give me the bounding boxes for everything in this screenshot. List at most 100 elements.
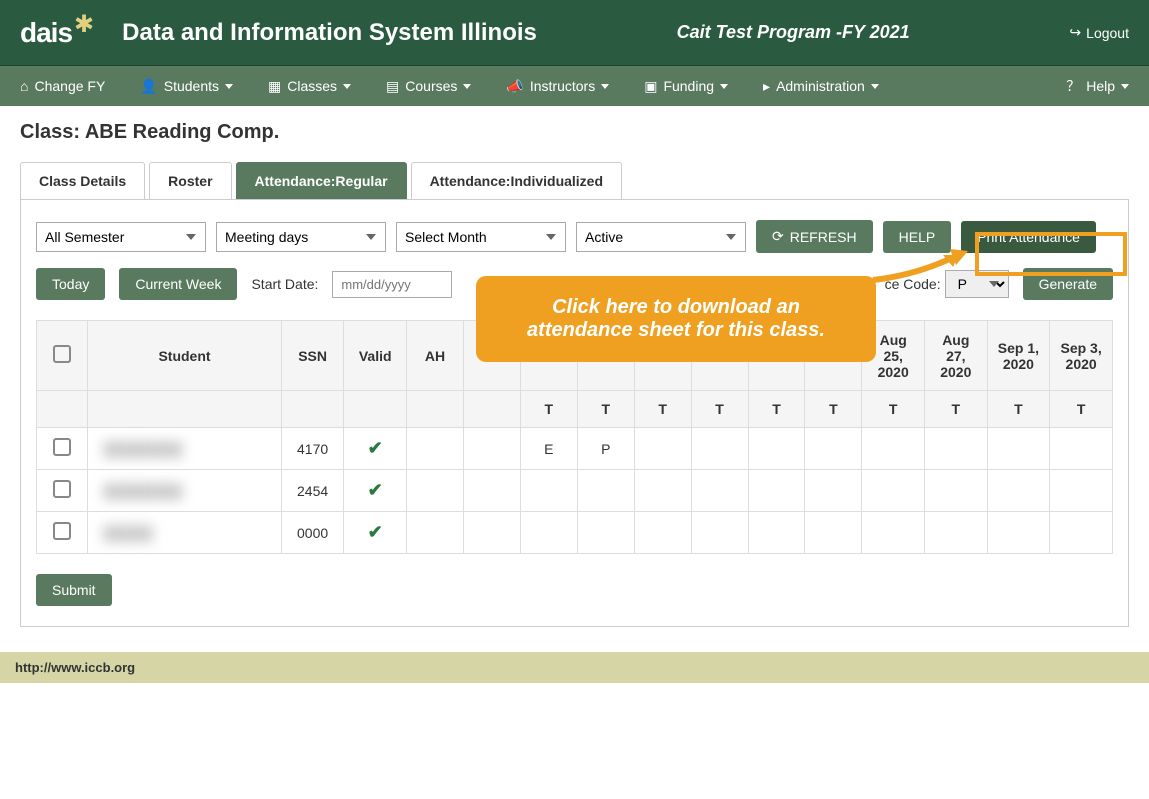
- footer: http://www.iccb.org: [0, 652, 1149, 683]
- check-icon: ✔: [368, 480, 383, 500]
- attendance-cell[interactable]: [805, 512, 862, 554]
- attendance-cell[interactable]: [577, 512, 634, 554]
- col-ssn: SSN: [281, 321, 344, 391]
- attendance-cell[interactable]: [862, 470, 925, 512]
- table-row: ████████ 2454 ✔: [37, 470, 1113, 512]
- nav-bar: ⌂Change FY 👤Students ▦Classes ▤Courses 📣…: [0, 66, 1149, 106]
- attendance-cell[interactable]: [987, 470, 1050, 512]
- attendance-cell[interactable]: [748, 512, 805, 554]
- attendance-cell[interactable]: E: [520, 428, 577, 470]
- logo-text: dais: [20, 17, 72, 49]
- print-attendance-button[interactable]: Print Attendance: [961, 221, 1096, 253]
- logout-link[interactable]: ↪ Logout: [1069, 24, 1129, 41]
- row-checkbox[interactable]: [53, 438, 71, 456]
- attendance-cell[interactable]: [407, 428, 464, 470]
- attendance-cell[interactable]: [634, 512, 691, 554]
- ssn-cell: 2454: [281, 470, 344, 512]
- meeting-select[interactable]: Meeting days: [216, 222, 386, 252]
- tab-class-details[interactable]: Class Details: [20, 162, 145, 199]
- student-name: ████████: [103, 441, 182, 457]
- student-name: ████████: [103, 483, 182, 499]
- attendance-cell[interactable]: [987, 428, 1050, 470]
- attendance-cell[interactable]: P: [577, 428, 634, 470]
- attendance-cell[interactable]: [634, 470, 691, 512]
- attendance-cell[interactable]: [862, 512, 925, 554]
- row-checkbox[interactable]: [53, 480, 71, 498]
- attendance-cell[interactable]: [987, 512, 1050, 554]
- month-select[interactable]: Select Month: [396, 222, 566, 252]
- nav-administration[interactable]: ▸Administration: [763, 78, 879, 95]
- attendance-cell[interactable]: [1050, 428, 1113, 470]
- nav-courses[interactable]: ▤Courses: [386, 78, 471, 95]
- nav-funding[interactable]: ▣Funding: [644, 78, 728, 95]
- semester-select[interactable]: All Semester: [36, 222, 206, 252]
- folder-icon: ▸: [763, 78, 770, 95]
- generate-button[interactable]: Generate: [1023, 268, 1113, 300]
- attendance-cell[interactable]: [407, 470, 464, 512]
- caret-down-icon: [601, 84, 609, 89]
- attendance-cell[interactable]: [691, 470, 748, 512]
- attendance-cell[interactable]: [1050, 470, 1113, 512]
- grid-icon: ▦: [268, 78, 281, 95]
- attendance-cell[interactable]: [634, 428, 691, 470]
- valid-cell: ✔: [344, 512, 407, 554]
- callout-tooltip: Click here to download an attendance she…: [476, 276, 876, 362]
- nav-students[interactable]: 👤Students: [140, 78, 233, 95]
- tab-roster[interactable]: Roster: [149, 162, 231, 199]
- check-icon: ✔: [368, 438, 383, 458]
- submit-button[interactable]: Submit: [36, 574, 112, 606]
- app-title: Data and Information System Illinois: [122, 19, 537, 47]
- logo-flower-icon: ✱: [74, 10, 94, 39]
- tab-attendance-individualized[interactable]: Attendance:Individualized: [411, 162, 622, 199]
- start-date-input[interactable]: [332, 271, 452, 298]
- row-checkbox[interactable]: [53, 522, 71, 540]
- attendance-cell[interactable]: [925, 512, 988, 554]
- attendance-cell[interactable]: [805, 428, 862, 470]
- content: Class: ABE Reading Comp. Class Details R…: [0, 106, 1149, 642]
- refresh-button[interactable]: ⟳REFRESH: [756, 220, 873, 253]
- attendance-cell[interactable]: [577, 470, 634, 512]
- attendance-cell[interactable]: [463, 470, 520, 512]
- caret-down-icon: [463, 84, 471, 89]
- start-date-label: Start Date:: [251, 276, 318, 292]
- today-button[interactable]: Today: [36, 268, 105, 300]
- callout-arrow-icon: [868, 245, 978, 285]
- caret-down-icon: [871, 84, 879, 89]
- attendance-cell[interactable]: [925, 470, 988, 512]
- col-date: Sep 3, 2020: [1050, 321, 1113, 391]
- current-week-button[interactable]: Current Week: [119, 268, 237, 300]
- attendance-cell[interactable]: [520, 512, 577, 554]
- nav-change-fy[interactable]: ⌂Change FY: [20, 78, 105, 94]
- attendance-cell[interactable]: [407, 512, 464, 554]
- attendance-cell[interactable]: [463, 428, 520, 470]
- attendance-cell[interactable]: [925, 428, 988, 470]
- home-icon: ⌂: [20, 78, 28, 94]
- attendance-cell[interactable]: [520, 470, 577, 512]
- logout-icon: ↪: [1069, 24, 1081, 41]
- nav-help[interactable]: ？Help: [1066, 76, 1129, 96]
- nav-classes[interactable]: ▦Classes: [268, 78, 351, 95]
- header: dais ✱ Data and Information System Illin…: [0, 0, 1149, 66]
- attendance-cell[interactable]: [463, 512, 520, 554]
- question-icon: ？: [1066, 76, 1080, 96]
- ssn-cell: 0000: [281, 512, 344, 554]
- valid-cell: ✔: [344, 428, 407, 470]
- refresh-icon: ⟳: [772, 228, 784, 245]
- select-all-checkbox[interactable]: [53, 345, 71, 363]
- tab-attendance-regular[interactable]: Attendance:Regular: [236, 162, 407, 199]
- table-row: █████ 0000 ✔: [37, 512, 1113, 554]
- col-valid: Valid: [344, 321, 407, 391]
- attendance-cell[interactable]: [691, 428, 748, 470]
- student-name: █████: [103, 525, 153, 541]
- book-icon: ▤: [386, 78, 399, 95]
- attendance-cell[interactable]: [862, 428, 925, 470]
- attendance-cell[interactable]: [805, 470, 862, 512]
- nav-instructors[interactable]: 📣Instructors: [506, 78, 609, 95]
- caret-down-icon: [1121, 84, 1129, 89]
- status-select[interactable]: Active: [576, 222, 746, 252]
- attendance-cell[interactable]: [1050, 512, 1113, 554]
- attendance-cell[interactable]: [748, 428, 805, 470]
- program-label: Cait Test Program -FY 2021: [677, 22, 910, 43]
- attendance-cell[interactable]: [748, 470, 805, 512]
- attendance-cell[interactable]: [691, 512, 748, 554]
